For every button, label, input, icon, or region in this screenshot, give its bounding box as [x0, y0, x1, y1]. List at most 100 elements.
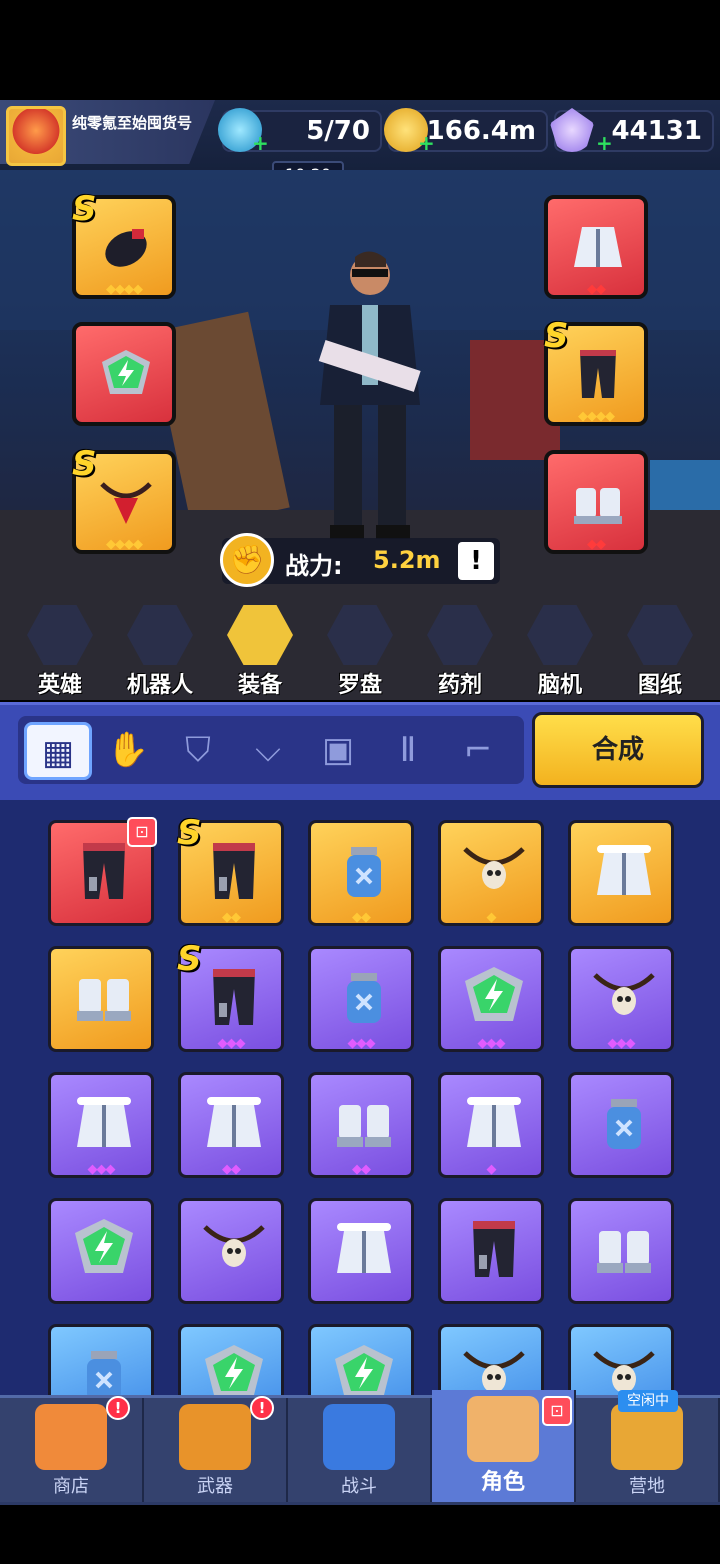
glove-icon[interactable]: ✋: [94, 722, 162, 780]
rarity-stars: ◆◆◆: [477, 1036, 506, 1051]
inventory-grid[interactable]: ⊡ S ◆◆ ◆◆ ◆ S ◆◆◆ ◆◆◆ ◆◆◆ ◆◆◆ ◆◆◆ ◆◆ ◆◆ ◆: [0, 800, 720, 1395]
inventory-item[interactable]: [48, 1324, 154, 1395]
power-label: 战力:: [285, 552, 343, 580]
energy-shield-icon: [205, 1345, 263, 1395]
nav-camp[interactable]: 营地: [576, 1398, 720, 1502]
rarity-stars: ◆◆◆◆: [106, 537, 143, 552]
category-tab-1[interactable]: 机器人: [120, 605, 200, 698]
power-info-button[interactable]: !: [458, 542, 494, 580]
inventory-item[interactable]: S ◆◆◆: [177, 939, 284, 1052]
category-tab-6[interactable]: 图纸: [620, 605, 700, 698]
badge-icon[interactable]: ⛉: [164, 722, 232, 780]
inventory-item[interactable]: ◆◆◆: [48, 1072, 154, 1178]
weapon-icon: [179, 1404, 251, 1470]
skull-necklace-icon: [203, 1225, 265, 1267]
gold-resource[interactable]: + 166.4m: [384, 108, 548, 153]
fur-boots-icon: [77, 979, 131, 1021]
equipped-slot-right-2[interactable]: S ◆◆◆◆: [544, 316, 648, 426]
inventory-item[interactable]: [568, 1072, 674, 1178]
skull-necklace-icon: [463, 847, 525, 889]
inventory-item[interactable]: ◆◆◆: [308, 946, 414, 1052]
vest-icon[interactable]: ▣: [304, 722, 372, 780]
rarity-stars: ◆◆◆◆: [106, 282, 143, 297]
rarity-stars: ◆: [486, 1162, 497, 1177]
rarity-stars: ◆◆: [352, 1162, 371, 1177]
inventory-item[interactable]: ◆◆◆: [568, 946, 674, 1052]
armored-pants-icon: [83, 843, 125, 899]
category-tab-4[interactable]: 药剂: [420, 605, 500, 698]
nav-character[interactable]: 角色 ⊡: [432, 1390, 576, 1502]
category-tab-0[interactable]: 英雄: [20, 605, 100, 698]
equipped-slot-left-3[interactable]: S ◆◆◆◆: [72, 444, 176, 554]
rarity-stars: ◆◆: [222, 1162, 241, 1177]
inventory-item[interactable]: [48, 1198, 154, 1304]
inventory-item[interactable]: ⊡: [48, 817, 157, 926]
inventory-item[interactable]: ◆◆: [308, 1072, 414, 1178]
inventory-item[interactable]: [568, 1324, 674, 1395]
s-rank-badge: S: [72, 189, 97, 229]
alert-badge: !: [106, 1396, 130, 1420]
boot-icon[interactable]: ⌐: [444, 722, 512, 780]
nav-label: 商店: [53, 1476, 89, 1497]
fur-boots-icon: [337, 1105, 391, 1147]
rarity-stars: ◆◆◆: [217, 1036, 246, 1051]
inventory-item[interactable]: S ◆◆: [177, 813, 284, 926]
hero-character[interactable]: [300, 245, 440, 545]
equipped-slot-left-1[interactable]: S ◆◆◆◆: [72, 189, 176, 299]
s-rank-badge: S: [177, 813, 202, 853]
all-grid-icon[interactable]: ▦: [24, 722, 92, 780]
lock-icon: ⊡: [127, 817, 157, 847]
nav-weapon[interactable]: 武器!: [144, 1396, 288, 1502]
compose-button[interactable]: 合成: [532, 712, 704, 788]
add-gem-icon[interactable]: +: [596, 133, 613, 153]
fur-jacket-icon: [337, 1223, 391, 1273]
energy-resource[interactable]: + 5/70: [218, 108, 382, 153]
gold-value: 166.4m: [426, 116, 536, 146]
nav-label: 营地: [629, 1476, 665, 1497]
inventory-item[interactable]: [438, 1324, 544, 1395]
energy-shield-icon: [75, 1219, 133, 1273]
inventory-item[interactable]: [308, 1198, 414, 1304]
nav-shop[interactable]: 商店!: [0, 1396, 144, 1502]
inventory-item[interactable]: [48, 946, 154, 1052]
category-tab-2[interactable]: 装备: [220, 605, 300, 698]
nav-label: 角色: [480, 1470, 525, 1495]
camp-idle-badge: 空闲中: [618, 1390, 678, 1412]
inventory-item[interactable]: ◆: [438, 820, 544, 926]
player-name: 纯零氪至始囤货号: [72, 114, 193, 132]
fur-jacket-icon: [467, 1097, 521, 1147]
s-rank-badge: S: [72, 444, 97, 484]
inventory-item[interactable]: ◆◆: [178, 1072, 284, 1178]
fur-jacket-icon: [597, 845, 651, 895]
nav-battle[interactable]: 战斗: [288, 1398, 432, 1502]
potion-icon: [427, 605, 493, 665]
skull-necklace-icon: [100, 482, 152, 524]
inventory-item[interactable]: [178, 1198, 284, 1304]
gem-resource[interactable]: + 44131: [550, 108, 714, 153]
rarity-stars: ◆◆: [222, 910, 241, 925]
equipped-slot-left-2[interactable]: [72, 322, 176, 426]
necklace-icon[interactable]: ⌵: [234, 722, 302, 780]
category-tab-5[interactable]: 脑机: [520, 605, 600, 698]
inventory-item[interactable]: [178, 1324, 284, 1395]
gem-value: 44131: [611, 116, 702, 146]
inventory-item[interactable]: [308, 1324, 414, 1395]
inventory-item[interactable]: ◆: [438, 1072, 544, 1178]
inventory-item[interactable]: [568, 820, 674, 926]
category-tab-3[interactable]: 罗盘: [320, 605, 400, 698]
inventory-item[interactable]: [438, 1198, 544, 1304]
equipped-slot-right-3[interactable]: ◆◆: [544, 450, 648, 554]
equipped-slot-right-1[interactable]: ◆◆: [544, 195, 648, 299]
bomb-icon: [105, 229, 147, 267]
grenade-canister-icon: [347, 847, 381, 897]
rarity-stars: ◆◆: [352, 910, 371, 925]
inventory-item[interactable]: ◆◆: [308, 820, 414, 926]
pants-icon[interactable]: Ⅱ: [374, 722, 442, 780]
inventory-item[interactable]: [568, 1198, 674, 1304]
inventory-item[interactable]: ◆◆◆: [438, 946, 544, 1052]
energy-value: 5/70: [306, 116, 370, 146]
player-avatar[interactable]: [6, 106, 66, 166]
add-energy-icon[interactable]: +: [252, 133, 269, 153]
s-rank-badge: S: [177, 939, 202, 979]
category-label: 英雄: [37, 673, 82, 698]
